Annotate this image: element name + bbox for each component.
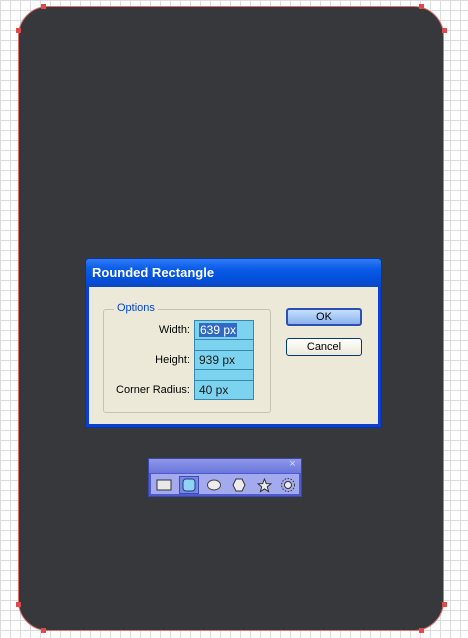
rounded-rectangle-dialog: Rounded Rectangle Options Width: 639 px … bbox=[85, 258, 382, 428]
rounded-rectangle-icon bbox=[182, 478, 196, 492]
corner-radius-label: Corner Radius: bbox=[116, 384, 190, 396]
anchor-point[interactable] bbox=[419, 4, 424, 9]
polygon-tool[interactable] bbox=[229, 476, 249, 494]
toolbar-header[interactable]: × bbox=[149, 459, 301, 473]
options-group-label: Options bbox=[114, 302, 158, 314]
polygon-icon bbox=[232, 478, 246, 492]
ellipse-tool[interactable] bbox=[204, 476, 224, 494]
height-field[interactable]: 939 px bbox=[194, 350, 254, 370]
height-value: 939 px bbox=[199, 353, 236, 367]
dialog-title: Rounded Rectangle bbox=[86, 259, 381, 287]
field-spacer bbox=[194, 340, 254, 350]
toolbar-body bbox=[151, 474, 299, 494]
anchor-point[interactable] bbox=[442, 602, 447, 607]
rectangle-tool[interactable] bbox=[154, 476, 174, 494]
anchor-point[interactable] bbox=[41, 4, 46, 9]
width-value: 639 px bbox=[199, 323, 238, 337]
flare-icon bbox=[281, 478, 295, 492]
options-group: Options Width: 639 px Height: 939 px Cor… bbox=[103, 302, 271, 413]
ok-button[interactable]: OK bbox=[286, 308, 362, 326]
anchor-point[interactable] bbox=[41, 628, 46, 633]
star-icon bbox=[256, 477, 272, 493]
dialog-body: Options Width: 639 px Height: 939 px Cor… bbox=[89, 287, 378, 424]
width-field[interactable]: 639 px bbox=[194, 320, 254, 340]
anchor-point[interactable] bbox=[16, 28, 21, 33]
rectangle-icon bbox=[156, 479, 172, 491]
ellipse-icon bbox=[207, 479, 221, 491]
height-label: Height: bbox=[155, 354, 190, 366]
star-tool[interactable] bbox=[254, 476, 274, 494]
corner-radius-value: 40 px bbox=[199, 383, 229, 397]
flare-tool[interactable] bbox=[278, 476, 298, 494]
width-label: Width: bbox=[158, 324, 190, 336]
field-spacer bbox=[194, 370, 254, 380]
anchor-point[interactable] bbox=[442, 28, 447, 33]
cancel-button[interactable]: Cancel bbox=[286, 338, 362, 356]
shape-tools-toolbar: × bbox=[148, 458, 302, 497]
close-icon[interactable]: × bbox=[287, 459, 298, 470]
rounded-rectangle-tool[interactable] bbox=[179, 476, 199, 494]
corner-radius-field[interactable]: 40 px bbox=[194, 380, 254, 400]
anchor-point[interactable] bbox=[16, 602, 21, 607]
anchor-point[interactable] bbox=[419, 628, 424, 633]
